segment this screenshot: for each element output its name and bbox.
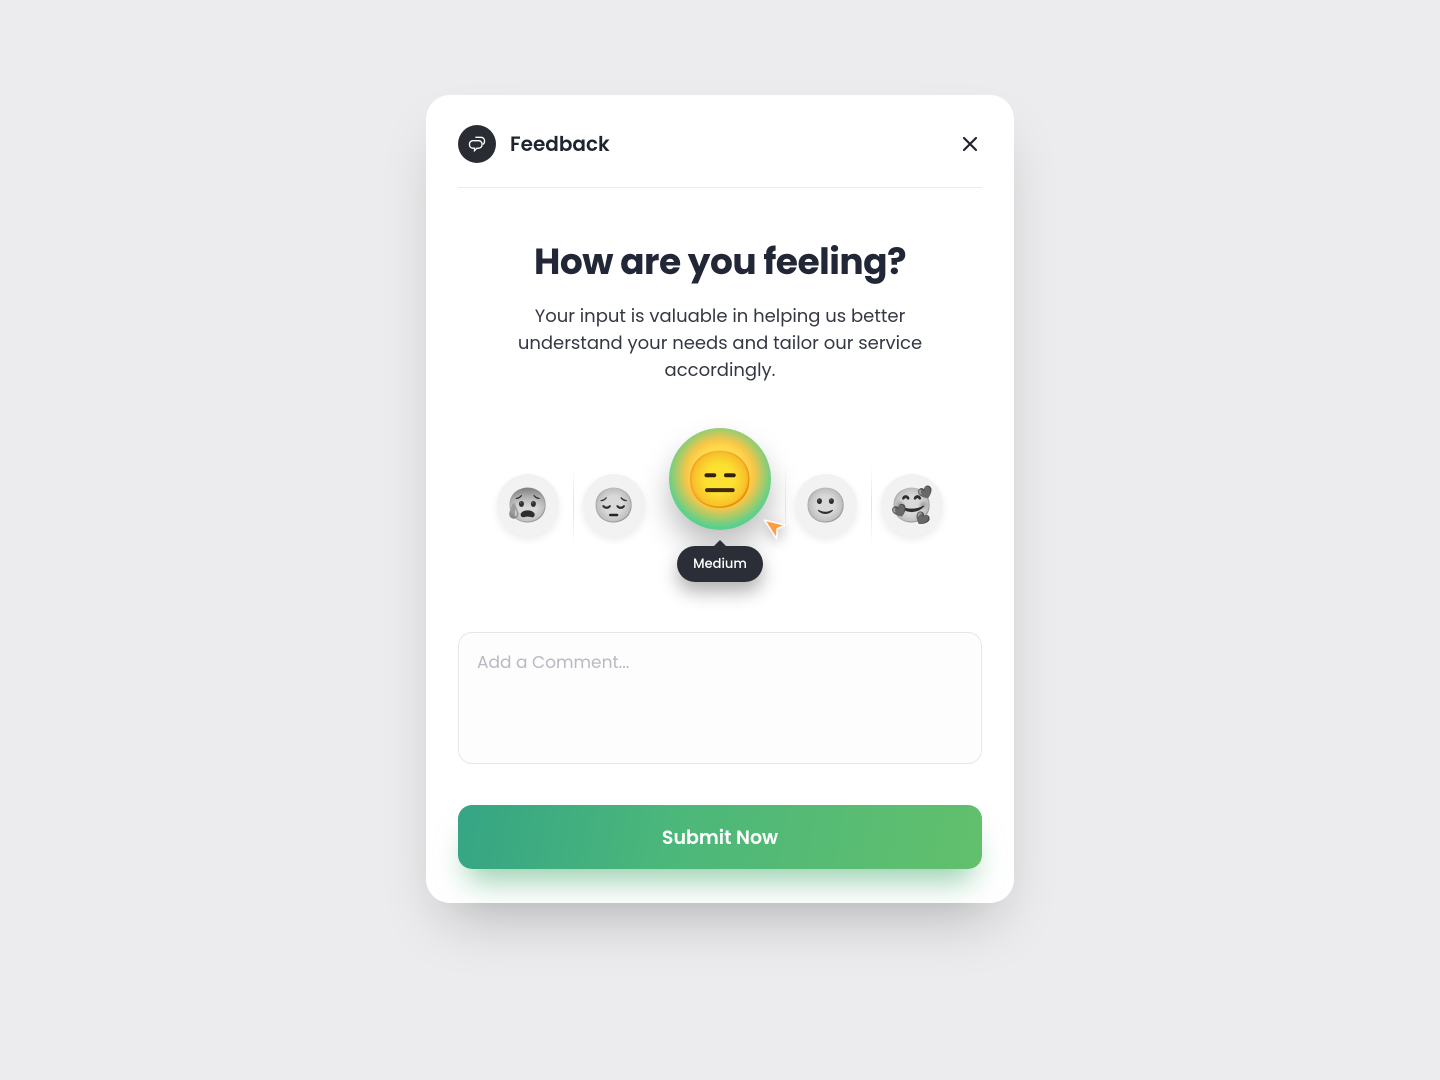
modal-title: Feedback <box>510 129 610 159</box>
rating-option-4[interactable]: 🙂 <box>795 474 857 536</box>
modal-header: Feedback <box>458 125 982 188</box>
feedback-modal: Feedback How are you feeling? Your input… <box>426 95 1014 903</box>
header-left: Feedback <box>458 125 610 163</box>
heading: How are you feeling? <box>458 234 982 289</box>
modal-content: How are you feeling? Your input is valua… <box>458 188 982 869</box>
close-button[interactable] <box>958 132 982 156</box>
submit-button[interactable]: Submit Now <box>458 805 982 869</box>
rating-option-2[interactable]: 😔 <box>583 474 645 536</box>
rating-option-selected-wrap: 😑 Medium <box>669 428 771 582</box>
rating-option-3-selected[interactable]: 😑 <box>669 428 771 530</box>
rating-tooltip: Medium <box>677 546 763 582</box>
comment-input[interactable] <box>458 632 982 764</box>
subheading: Your input is valuable in helping us bet… <box>490 303 950 384</box>
rating-option-1[interactable]: 😰 <box>497 474 559 536</box>
close-icon <box>960 134 980 154</box>
rating-emoji-row: 😰 😔 😑 Medium 🙂 🥰 <box>458 428 982 582</box>
chat-bubbles-icon <box>458 125 496 163</box>
cursor-icon <box>761 514 791 544</box>
rating-option-5[interactable]: 🥰 <box>881 474 943 536</box>
